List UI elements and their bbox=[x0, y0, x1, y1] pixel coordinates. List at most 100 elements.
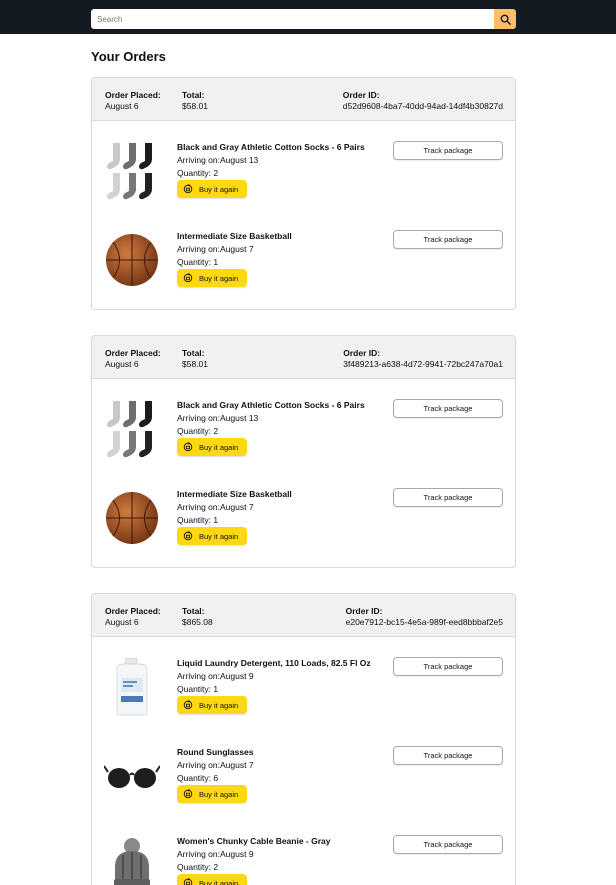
arriving-value: August 9 bbox=[220, 670, 254, 681]
page-title: Your Orders bbox=[91, 49, 166, 64]
quantity-value: 2 bbox=[213, 425, 219, 436]
basketball-image bbox=[106, 234, 158, 286]
order-total-label: Total: bbox=[182, 90, 205, 100]
quantity: Quantity: 2 bbox=[177, 167, 365, 180]
buy-again-icon bbox=[183, 700, 193, 710]
detergent-image bbox=[116, 658, 148, 716]
quantity-value: 1 bbox=[213, 256, 219, 267]
order-id-value: d52d9608-4ba7-40dd-94ad-14df4b30827d bbox=[342, 100, 503, 111]
order-placed-label: Order Placed: bbox=[105, 90, 161, 100]
order-id-label: Order ID: bbox=[342, 90, 380, 100]
arriving-date: Arriving on:August 9 bbox=[177, 670, 371, 683]
order-id-value: e20e7912-bc15-4e5a-989f-eed8bbbaf2e5 bbox=[345, 616, 503, 627]
order-placed: Order Placed: August 6 bbox=[105, 348, 161, 369]
buy-again-button[interactable]: Buy it again bbox=[177, 874, 247, 885]
order-id: Order ID: d52d9608-4ba7-40dd-94ad-14df4b… bbox=[343, 90, 503, 111]
order-item: Black and Gray Athletic Cotton Socks - 6… bbox=[92, 399, 515, 479]
buy-again-icon bbox=[183, 878, 193, 885]
order-placed-date: August 6 bbox=[105, 100, 139, 111]
buy-again-button[interactable]: Buy it again bbox=[177, 438, 247, 457]
arriving-label: Arriving on: bbox=[177, 759, 220, 770]
order-total-label: Total: bbox=[182, 348, 205, 358]
track-package-button[interactable]: Track package bbox=[393, 399, 503, 418]
product-name[interactable]: Intermediate Size Basketball bbox=[177, 230, 292, 243]
arriving-value: August 7 bbox=[220, 501, 254, 512]
buy-again-label: Buy it again bbox=[199, 878, 239, 885]
product-name[interactable]: Black and Gray Athletic Cotton Socks - 6… bbox=[177, 399, 365, 412]
order-total-value: $58.01 bbox=[182, 358, 208, 369]
order-total-value: $58.01 bbox=[182, 100, 208, 111]
quantity-label: Quantity: bbox=[177, 683, 214, 694]
buy-again-icon bbox=[183, 531, 193, 541]
product-image[interactable] bbox=[104, 230, 160, 290]
arriving-date: Arriving on:August 7 bbox=[177, 759, 254, 772]
product-name[interactable]: Black and Gray Athletic Cotton Socks - 6… bbox=[177, 141, 365, 154]
product-name[interactable]: Intermediate Size Basketball bbox=[177, 488, 292, 501]
arriving-value: August 13 bbox=[220, 154, 259, 165]
product-image[interactable] bbox=[104, 835, 160, 885]
quantity-value: 1 bbox=[213, 683, 219, 694]
order-item: Black and Gray Athletic Cotton Socks - 6… bbox=[92, 141, 515, 221]
buy-again-icon bbox=[183, 184, 193, 194]
product-name[interactable]: Round Sunglasses bbox=[177, 746, 254, 759]
buy-again-button[interactable]: Buy it again bbox=[177, 269, 247, 288]
product-image[interactable] bbox=[104, 399, 160, 459]
order-item: Intermediate Size Basketball Arriving on… bbox=[92, 230, 515, 309]
search-button[interactable] bbox=[494, 9, 516, 29]
order-placed-date: August 6 bbox=[105, 616, 139, 627]
product-image[interactable] bbox=[104, 746, 160, 806]
arriving-value: August 13 bbox=[220, 412, 259, 423]
track-package-button[interactable]: Track package bbox=[393, 141, 503, 160]
buy-again-button[interactable]: Buy it again bbox=[177, 180, 247, 199]
track-package-button[interactable]: Track package bbox=[393, 488, 503, 507]
buy-again-icon bbox=[183, 273, 193, 283]
product-name[interactable]: Liquid Laundry Detergent, 110 Loads, 82.… bbox=[177, 657, 371, 670]
order-header: Order Placed: August 6 Total: $58.01 Ord… bbox=[92, 336, 515, 379]
order-placed-label: Order Placed: bbox=[105, 606, 161, 616]
buy-again-button[interactable]: Buy it again bbox=[177, 527, 247, 546]
arriving-label: Arriving on: bbox=[177, 412, 220, 423]
socks-image bbox=[107, 401, 152, 458]
buy-again-label: Buy it again bbox=[199, 184, 239, 194]
buy-again-button[interactable]: Buy it again bbox=[177, 785, 247, 804]
arriving-value: August 9 bbox=[220, 848, 254, 859]
buy-again-label: Buy it again bbox=[199, 442, 239, 452]
order-item: Women's Chunky Cable Beanie - Gray Arriv… bbox=[92, 835, 515, 885]
order-total-label: Total: bbox=[182, 606, 205, 616]
order-total: Total: $58.01 bbox=[182, 348, 208, 369]
quantity-value: 2 bbox=[213, 167, 219, 178]
quantity: Quantity: 1 bbox=[177, 256, 292, 269]
track-package-button[interactable]: Track package bbox=[393, 230, 503, 249]
buy-again-button[interactable]: Buy it again bbox=[177, 696, 247, 715]
search-bar bbox=[91, 9, 516, 29]
order-total: Total: $58.01 bbox=[182, 90, 208, 111]
quantity-value: 6 bbox=[213, 772, 219, 783]
product-image[interactable] bbox=[104, 488, 160, 548]
quantity-value: 2 bbox=[213, 861, 219, 872]
arriving-date: Arriving on:August 13 bbox=[177, 412, 365, 425]
product-details: Black and Gray Athletic Cotton Socks - 6… bbox=[177, 141, 365, 199]
arriving-value: August 7 bbox=[220, 759, 254, 770]
search-input[interactable] bbox=[91, 9, 494, 29]
socks-image bbox=[107, 143, 152, 200]
track-package-button[interactable]: Track package bbox=[393, 657, 503, 676]
track-package-button[interactable]: Track package bbox=[393, 835, 503, 854]
track-package-button[interactable]: Track package bbox=[393, 746, 503, 765]
product-details: Women's Chunky Cable Beanie - Gray Arriv… bbox=[177, 835, 331, 885]
quantity: Quantity: 1 bbox=[177, 514, 292, 527]
product-image[interactable] bbox=[104, 141, 160, 201]
order-item: Liquid Laundry Detergent, 110 Loads, 82.… bbox=[92, 657, 515, 737]
arriving-date: Arriving on:August 13 bbox=[177, 154, 365, 167]
arriving-date: Arriving on:August 9 bbox=[177, 848, 331, 861]
quantity-label: Quantity: bbox=[177, 167, 214, 178]
product-details: Black and Gray Athletic Cotton Socks - 6… bbox=[177, 399, 365, 457]
order-header: Order Placed: August 6 Total: $865.08 Or… bbox=[92, 594, 515, 637]
sunglasses-image bbox=[104, 765, 160, 788]
quantity-label: Quantity: bbox=[177, 425, 214, 436]
product-name[interactable]: Women's Chunky Cable Beanie - Gray bbox=[177, 835, 331, 848]
buy-again-icon bbox=[183, 442, 193, 452]
order-id-label: Order ID: bbox=[345, 606, 383, 616]
top-navigation-bar bbox=[0, 0, 616, 34]
search-icon bbox=[500, 14, 511, 25]
product-image[interactable] bbox=[104, 657, 160, 717]
